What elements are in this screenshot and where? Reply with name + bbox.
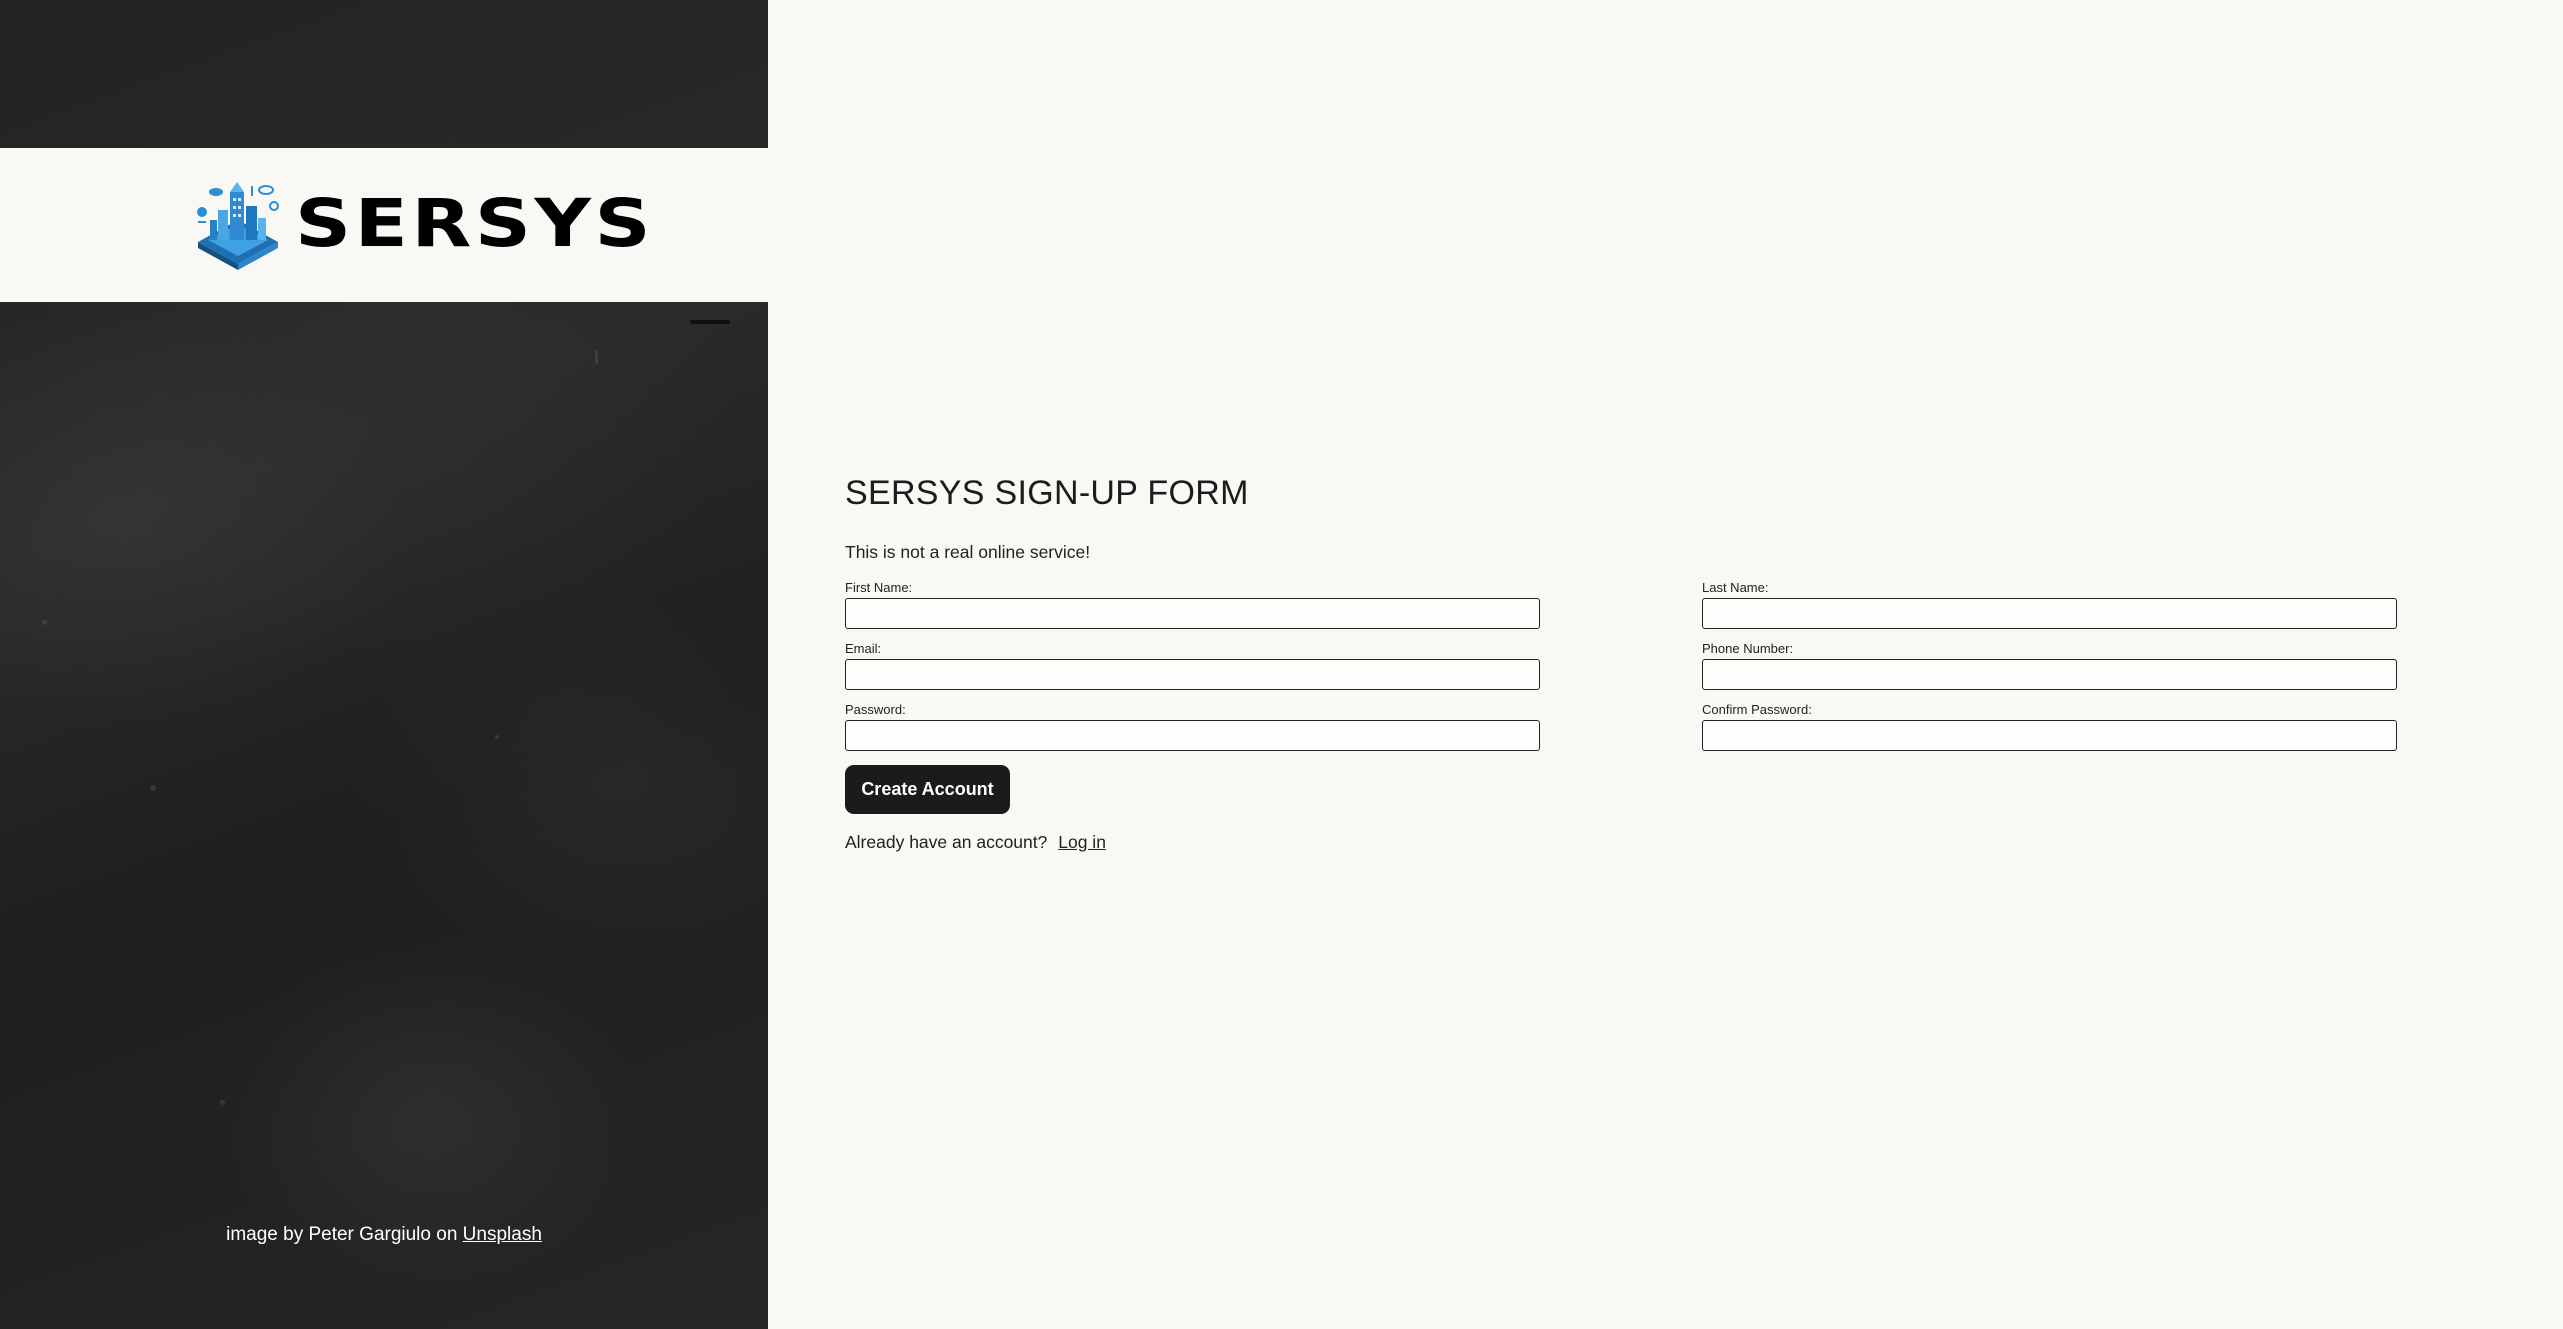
email-field-group: Email: (845, 641, 1540, 690)
texture-speck (42, 620, 47, 625)
texture-speck (220, 1100, 225, 1105)
last-name-label: Last Name: (1702, 580, 1769, 595)
first-name-label: First Name: (845, 580, 913, 595)
signup-page: SERSYS image by Peter Gargiulo on Unspla… (0, 0, 2563, 1329)
login-link[interactable]: Log in (1058, 832, 1106, 852)
image-credit: image by Peter Gargiulo on Unsplash (0, 1224, 768, 1246)
form-disclaimer: This is not a real online service! (845, 542, 1091, 562)
sidebar-image-panel: SERSYS image by Peter Gargiulo on Unspla… (0, 0, 768, 1329)
texture-speck (595, 350, 598, 364)
login-prompt: Already have an account? Log in (845, 832, 1106, 853)
password-label: Password: (845, 702, 906, 717)
first-name-field-group: First Name: (845, 580, 1540, 629)
login-prompt-text: Already have an account? (845, 832, 1048, 852)
texture-speck (690, 320, 730, 324)
last-name-field-group: Last Name: (1702, 580, 2397, 629)
phone-field-group: Phone Number: (1702, 641, 2397, 690)
unsplash-link[interactable]: Unsplash (463, 1224, 542, 1245)
email-input[interactable] (845, 659, 1540, 690)
create-account-button[interactable]: Create Account (845, 765, 1010, 814)
confirm-password-input[interactable] (1702, 720, 2397, 751)
texture-speck (495, 735, 499, 739)
confirm-password-label: Confirm Password: (1702, 702, 1812, 717)
first-name-input[interactable] (845, 598, 1540, 629)
signup-form-panel: SERSYS SIGN-UP FORM This is not a real o… (768, 0, 2563, 1329)
isometric-city-icon (197, 182, 279, 270)
last-name-input[interactable] (1702, 598, 2397, 629)
phone-label: Phone Number: (1702, 641, 1794, 656)
password-field-group: Password: (845, 702, 1540, 751)
texture-speck (150, 785, 156, 791)
email-label: Email: (845, 641, 882, 656)
image-credit-text: image by Peter Gargiulo on (226, 1224, 458, 1245)
confirm-password-field-group: Confirm Password: (1702, 702, 2397, 751)
password-input[interactable] (845, 720, 1540, 751)
brand-wordmark: SERSYS (295, 185, 655, 262)
logo-banner: SERSYS (0, 148, 768, 302)
form-title: SERSYS SIGN-UP FORM (845, 474, 1249, 512)
phone-input[interactable] (1702, 659, 2397, 690)
